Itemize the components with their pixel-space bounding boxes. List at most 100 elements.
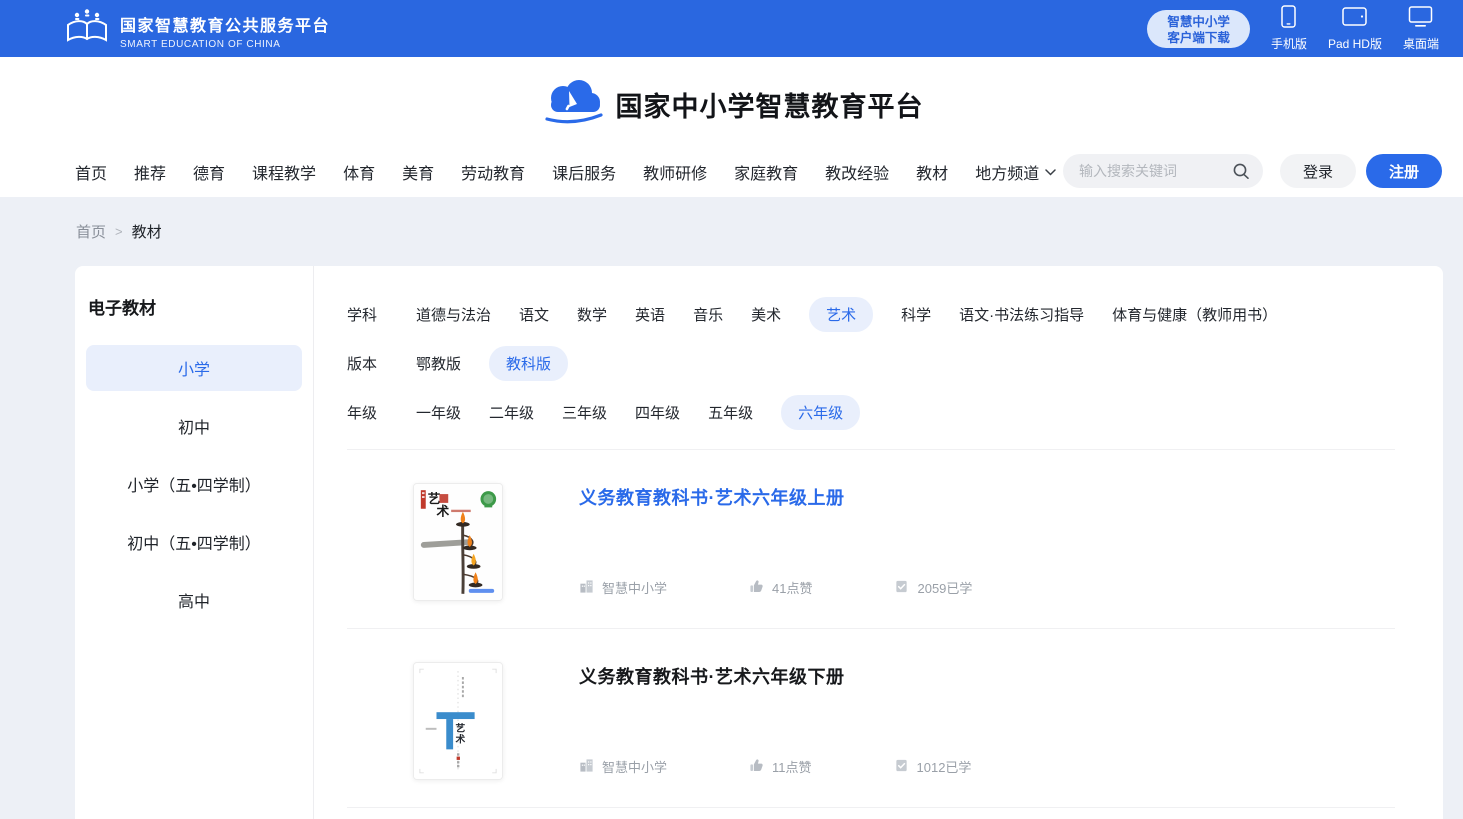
book-row: 艺 术 (347, 450, 1395, 628)
thumbs-up-icon (749, 758, 764, 776)
nav-item[interactable]: 劳动教育 (461, 160, 525, 184)
site-header: 国家中小学智慧教育平台 首页 推荐 德育 课程教学 体育 美育 劳动教育 课后服… (0, 57, 1463, 197)
book-likes-label: 41点赞 (772, 578, 812, 597)
learned-check-icon (894, 758, 909, 776)
filter-row-edition: 版本 鄂教版 教科版 (347, 339, 1395, 388)
filter-label-edition: 版本 (347, 353, 416, 374)
register-button[interactable]: 注册 (1366, 154, 1442, 188)
nav-item[interactable]: 美育 (402, 160, 434, 184)
breadcrumb-separator: > (115, 224, 123, 239)
sidebar-item-junior-54[interactable]: 初中（五•四学制） (86, 513, 302, 571)
nav-dropdown-local-channels[interactable]: 地方频道 (975, 160, 1056, 184)
learned-check-icon (894, 579, 909, 597)
search-icon[interactable] (1232, 162, 1250, 185)
pad-version-link[interactable]: Pad HD版 (1328, 5, 1382, 52)
filter-option-jiaoke-active[interactable]: 教科版 (489, 346, 568, 381)
book-learned: 2059已学 (894, 578, 972, 597)
book-cover[interactable]: 艺 术 (413, 662, 503, 780)
content-card: 电子教材 小学 初中 小学（五•四学制） 初中（五•四学制） 高中 学科 道德与… (75, 266, 1443, 819)
nav-item[interactable]: 推荐 (134, 160, 166, 184)
topbar-right: 智慧中小学 客户端下载 手机版 Pad HD版 桌面端 (1147, 0, 1439, 57)
nav-item[interactable]: 课程教学 (252, 160, 316, 184)
book-title[interactable]: 义务教育教科书·艺术六年级上册 (579, 484, 972, 510)
sidebar-item-junior[interactable]: 初中 (86, 397, 302, 455)
filter-option[interactable]: 五年级 (708, 402, 753, 423)
nav-item[interactable]: 教师研修 (643, 160, 707, 184)
nav-item[interactable]: 体育 (343, 160, 375, 184)
desktop-version-label: 桌面端 (1403, 35, 1439, 52)
top-app-bar: 国家智慧教育公共服务平台 SMART EDUCATION OF CHINA 智慧… (0, 0, 1463, 57)
divider (347, 807, 1395, 808)
nav-item[interactable]: 课后服务 (552, 160, 616, 184)
book-learned-label: 1012已学 (917, 757, 972, 776)
filter-row-grade: 年级 一年级 二年级 三年级 四年级 五年级 六年级 (347, 388, 1395, 437)
filter-option[interactable]: 体育与健康（教师用书） (1112, 304, 1277, 325)
filter-label-subject: 学科 (347, 304, 416, 325)
svg-text:术: 术 (455, 733, 466, 746)
platform-brand[interactable]: 国家智慧教育公共服务平台 SMART EDUCATION OF CHINA (64, 7, 330, 54)
client-download-line1: 智慧中小学 (1167, 14, 1230, 30)
filter-option[interactable]: 语文 (519, 304, 549, 325)
filter-option[interactable]: 鄂教版 (416, 353, 461, 374)
filter-option-art-active[interactable]: 艺术 (809, 297, 873, 332)
sidebar-item-primary-54[interactable]: 小学（五•四学制） (86, 455, 302, 513)
filter-option[interactable]: 二年级 (489, 402, 534, 423)
sidebar-item-primary[interactable]: 小学 (86, 345, 302, 391)
svg-text:艺: 艺 (456, 722, 466, 735)
filter-option[interactable]: 科学 (901, 304, 931, 325)
book-row: 艺 术 义务教育教科书·艺术六年级下册 (347, 629, 1395, 807)
filter-option[interactable]: 一年级 (416, 402, 461, 423)
nav-dropdown-label: 地方频道 (975, 160, 1039, 184)
sidebar-title: 电子教材 (86, 294, 302, 319)
nav-item-textbooks[interactable]: 教材 (916, 160, 948, 184)
filter-option[interactable]: 美术 (751, 304, 781, 325)
book-source: 智慧中小学 (579, 757, 667, 776)
breadcrumb-home[interactable]: 首页 (76, 221, 106, 242)
book-title[interactable]: 义务教育教科书·艺术六年级下册 (579, 663, 971, 689)
site-logo[interactable]: 国家中小学智慧教育平台 (0, 78, 1463, 131)
book-source-label: 智慧中小学 (602, 757, 667, 776)
login-button[interactable]: 登录 (1280, 154, 1356, 188)
sidebar-item-senior[interactable]: 高中 (86, 571, 302, 629)
page-body: 首页 > 教材 电子教材 小学 初中 小学（五•四学制） 初中（五•四学制） 高… (0, 197, 1463, 819)
book-likes: 11点赞 (749, 757, 812, 776)
book-learned: 1012已学 (894, 757, 972, 776)
nav-item[interactable]: 首页 (75, 160, 107, 184)
filter-option[interactable]: 语文·书法练习指导 (959, 304, 1084, 325)
filter-option[interactable]: 音乐 (693, 304, 723, 325)
mobile-version-label: 手机版 (1271, 35, 1307, 52)
building-icon (579, 579, 594, 597)
thumbs-up-icon (749, 579, 764, 597)
filter-option[interactable]: 四年级 (635, 402, 680, 423)
filter-option[interactable]: 数学 (577, 304, 607, 325)
mobile-version-link[interactable]: 手机版 (1271, 5, 1307, 52)
book-source-label: 智慧中小学 (602, 578, 667, 597)
breadcrumb: 首页 > 教材 (76, 221, 162, 242)
open-book-logo-icon (64, 7, 110, 54)
tablet-icon (1342, 5, 1367, 31)
breadcrumb-current: 教材 (132, 221, 162, 242)
page: 国家智慧教育公共服务平台 SMART EDUCATION OF CHINA 智慧… (0, 0, 1463, 819)
book-learned-label: 2059已学 (917, 578, 972, 597)
filter-option-grade6-active[interactable]: 六年级 (781, 395, 860, 430)
client-download-button[interactable]: 智慧中小学 客户端下载 (1147, 10, 1250, 48)
site-title: 国家中小学智慧教育平台 (616, 85, 924, 124)
main-nav: 首页 推荐 德育 课程教学 体育 美育 劳动教育 课后服务 教师研修 家庭教育 … (75, 162, 1056, 182)
desktop-icon (1408, 5, 1433, 31)
filter-option[interactable]: 道德与法治 (416, 304, 491, 325)
nav-item[interactable]: 德育 (193, 160, 225, 184)
building-icon (579, 758, 594, 776)
header-actions: 登录 注册 (1063, 154, 1442, 188)
desktop-version-link[interactable]: 桌面端 (1403, 5, 1439, 52)
filter-option[interactable]: 三年级 (562, 402, 607, 423)
sidebar: 电子教材 小学 初中 小学（五•四学制） 初中（五•四学制） 高中 (75, 266, 313, 819)
book-cover[interactable]: 艺 术 (413, 483, 503, 601)
book-likes-label: 11点赞 (772, 757, 812, 776)
filter-label-grade: 年级 (347, 402, 416, 423)
book-likes: 41点赞 (749, 578, 812, 597)
nav-item[interactable]: 教改经验 (825, 160, 889, 184)
search-box (1063, 154, 1263, 188)
nav-item[interactable]: 家庭教育 (734, 160, 798, 184)
filter-option[interactable]: 英语 (635, 304, 665, 325)
brand-subtitle: SMART EDUCATION OF CHINA (120, 39, 330, 50)
